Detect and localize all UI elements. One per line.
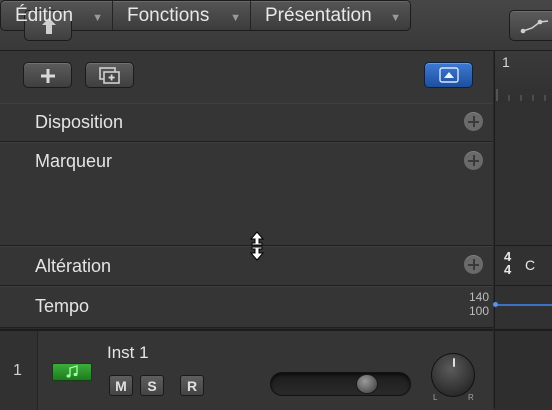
add-track-button[interactable] [23, 62, 72, 88]
menu-fonctions[interactable]: Fonctions ▼ [113, 1, 251, 30]
global-tracks-header [0, 51, 493, 104]
tempo-point[interactable] [493, 302, 498, 307]
track-number: 1 [13, 362, 22, 379]
menu-edition[interactable]: Édition ▼ [1, 1, 113, 30]
triangle-up-icon [439, 67, 459, 83]
marker-lane[interactable] [495, 103, 552, 246]
volume-slider-thumb[interactable] [356, 374, 378, 394]
duplicate-icon [99, 67, 120, 84]
menu-presentation[interactable]: Présentation ▼ [251, 1, 410, 30]
tempo-line[interactable] [495, 304, 552, 306]
global-track-alteration[interactable]: Altération [0, 246, 493, 286]
chevron-down-icon: ▼ [230, 12, 241, 24]
track-lane[interactable] [495, 329, 552, 410]
volume-slider[interactable] [270, 372, 411, 396]
time-sig-bottom: 4 [504, 262, 512, 277]
control-bar: Édition ▼ Fonctions ▼ Présentation ▼ [0, 0, 552, 51]
global-track-label: Tempo [35, 296, 90, 316]
tempo-high: 140 [468, 290, 489, 304]
pan-left-label: L [433, 393, 438, 402]
curve-icon [520, 19, 549, 34]
tempo-range: 140 100 [462, 290, 489, 318]
record-enable-button[interactable]: R [180, 375, 204, 396]
pan-knob-indicator [452, 358, 455, 367]
solo-button[interactable]: S [140, 375, 164, 396]
tempo-lane[interactable] [493, 286, 552, 328]
track-row[interactable]: 1 Inst 1 M S R L R [0, 329, 493, 410]
track-name[interactable]: Inst 1 [107, 343, 149, 363]
global-track-label: Altération [35, 256, 112, 276]
chevron-down-icon: ▼ [92, 12, 103, 24]
timeline-area: 1 4 4 C [493, 51, 552, 410]
plus-icon [41, 69, 55, 83]
mute-button[interactable]: M [109, 375, 133, 396]
global-track-marqueur[interactable]: Marqueur [0, 142, 493, 246]
pan-knob[interactable] [431, 353, 475, 397]
tempo-low: 100 [468, 304, 489, 318]
collapse-global-tracks-button[interactable] [424, 62, 473, 88]
menu-presentation-label: Présentation [265, 4, 372, 26]
key-signature: C [525, 257, 536, 273]
chevron-down-icon: ▼ [390, 12, 401, 24]
add-icon[interactable] [464, 255, 483, 274]
menu-edition-label: Édition [15, 4, 74, 26]
global-track-label: Disposition [35, 112, 124, 132]
pan-right-label: R [468, 393, 474, 402]
add-icon[interactable] [464, 112, 483, 131]
duplicate-track-button[interactable] [85, 62, 134, 88]
menu-group: Édition ▼ Fonctions ▼ Présentation ▼ [0, 0, 411, 31]
automation-curve-button[interactable] [509, 10, 552, 41]
bar-number: 1 [502, 54, 510, 70]
bar-ruler[interactable]: 1 [495, 51, 552, 104]
global-track-disposition[interactable]: Disposition [0, 103, 493, 142]
ruler-ticks [496, 89, 546, 101]
music-note-icon [66, 365, 78, 378]
time-signature: 4 4 [504, 250, 511, 276]
global-track-tempo[interactable]: Tempo 140 100 [0, 286, 493, 328]
track-number-cell: 1 [0, 331, 38, 410]
menu-fonctions-label: Fonctions [127, 4, 210, 26]
add-icon[interactable] [464, 151, 483, 170]
signature-lane[interactable]: 4 4 C [495, 246, 552, 286]
instrument-icon[interactable] [52, 363, 92, 381]
global-track-label: Marqueur [35, 151, 113, 171]
resize-cursor-icon [249, 231, 265, 261]
